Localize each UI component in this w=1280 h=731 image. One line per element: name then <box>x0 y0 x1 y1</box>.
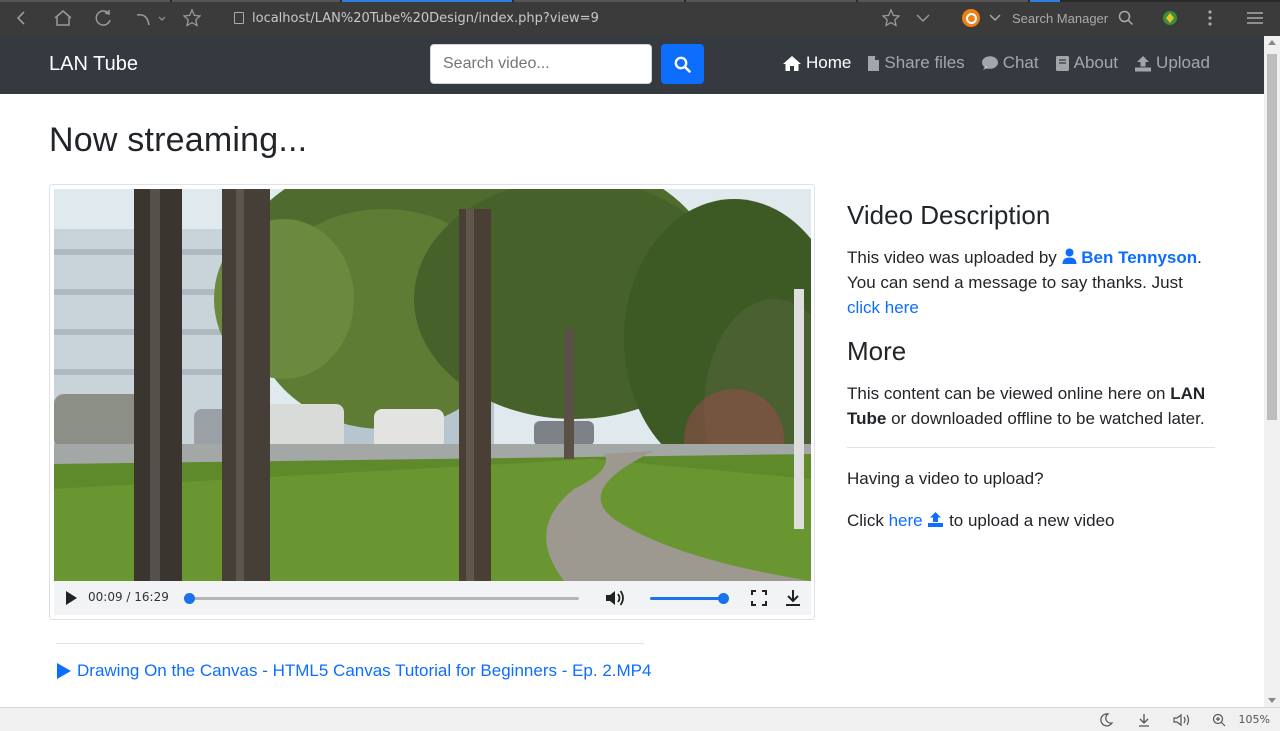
uploader-name: Ben Tennyson <box>1081 248 1198 267</box>
upload-icon <box>928 512 944 527</box>
video-player: 00:09 / 16:29 <box>49 184 815 620</box>
more-text-2: or downloaded offline to be watched late… <box>891 409 1205 428</box>
brand-logo[interactable]: LAN Tube <box>49 53 138 76</box>
home-icon <box>783 55 801 71</box>
upload-cta: Click here to upload a new video <box>847 508 1215 533</box>
more-heading: More <box>847 336 907 366</box>
description-text: This video was uploaded by Ben Tennyson.… <box>847 248 1202 317</box>
more-text-1: This content can be viewed online here o… <box>847 384 1166 403</box>
message-text: You can send a message to say thanks. Ju… <box>847 273 1183 292</box>
related-video-link[interactable]: Drawing On the Canvas - HTML5 Canvas Tut… <box>56 661 651 681</box>
nav-chat-label: Chat <box>1002 53 1039 72</box>
page-star-icon[interactable] <box>876 3 906 33</box>
page-title: Now streaming... <box>49 121 308 159</box>
search-engine-chevron-icon[interactable] <box>988 13 1002 23</box>
volume-slider[interactable] <box>650 593 729 604</box>
video-sidebar: Video Description This video was uploade… <box>847 200 1215 533</box>
bookmark-star-icon[interactable] <box>177 3 207 33</box>
file-icon <box>868 55 880 71</box>
menu-icon[interactable] <box>1240 3 1270 33</box>
upload-question: Having a video to upload? <box>847 469 1044 488</box>
volume-knob[interactable] <box>718 593 729 604</box>
nav-chat[interactable]: Chat <box>981 53 1039 73</box>
time-display: 00:09 / 16:29 <box>88 590 169 604</box>
nav-share-files-label: Share files <box>884 53 965 72</box>
browser-status-bar: 105% <box>0 707 1280 731</box>
address-bar[interactable]: localhost/LAN%20Tube%20Design/index.php?… <box>212 3 950 33</box>
upload-icon <box>1135 55 1152 71</box>
nav-about-label: About <box>1073 53 1119 72</box>
progress-knob[interactable] <box>183 593 195 604</box>
book-icon <box>1055 55 1069 71</box>
downloads-icon[interactable] <box>1137 713 1151 727</box>
nav-home-label: Home <box>806 53 852 72</box>
description-heading: Video Description <box>847 200 1051 230</box>
download-icon[interactable] <box>784 589 802 607</box>
nav-upload[interactable]: Upload <box>1134 53 1210 73</box>
tab-strip <box>0 0 1280 2</box>
scrollbar-thumb[interactable] <box>1267 54 1277 420</box>
video-still <box>54 189 811 581</box>
upload-here-link[interactable]: here <box>889 511 945 530</box>
search-manager-label: Search Manager <box>1012 10 1109 26</box>
progress-bar[interactable] <box>183 593 579 604</box>
fullscreen-icon[interactable] <box>751 590 767 606</box>
url-text: localhost/LAN%20Tube%20Design/index.php?… <box>252 10 599 26</box>
related-video-title: Drawing On the Canvas - HTML5 Canvas Tut… <box>77 661 652 680</box>
play-icon[interactable] <box>66 591 77 605</box>
player-controls: 00:09 / 16:29 <box>54 581 811 615</box>
click-here-link[interactable]: click here <box>847 298 919 317</box>
user-icon <box>1062 248 1077 264</box>
search-engine-icon <box>962 9 980 27</box>
video-frame[interactable] <box>54 189 811 581</box>
nav-home[interactable]: Home <box>782 53 851 73</box>
night-mode-icon[interactable] <box>1099 713 1113 727</box>
more-text: This content can be viewed online here o… <box>847 381 1215 431</box>
uploaded-by-prefix: This video was uploaded by <box>847 248 1057 267</box>
upload-suffix: to upload a new video <box>949 511 1115 530</box>
upload-click: Click <box>847 511 884 530</box>
zoom-level[interactable]: 105% <box>1239 713 1270 726</box>
scroll-up-icon[interactable] <box>1268 40 1276 45</box>
search-manager[interactable]: Search Manager <box>958 3 1148 33</box>
nav-about[interactable]: About <box>1055 53 1118 73</box>
page-icon <box>234 12 244 24</box>
search-icon <box>674 56 691 73</box>
related-divider <box>56 643 644 644</box>
chat-icon <box>981 56 998 70</box>
more-options-icon[interactable] <box>1195 3 1225 33</box>
home-browser-icon[interactable] <box>48 3 78 33</box>
zoom-icon[interactable] <box>1212 713 1226 727</box>
browser-toolbar: localhost/LAN%20Tube%20Design/index.php?… <box>0 0 1280 36</box>
divider <box>847 447 1215 448</box>
search-input[interactable] <box>430 44 652 84</box>
scroll-down-icon[interactable] <box>1268 698 1276 703</box>
undo-close-icon[interactable] <box>131 3 171 33</box>
upload-here-label: here <box>888 511 923 530</box>
page-scrollbar[interactable] <box>1264 36 1280 707</box>
extension-icon[interactable] <box>1155 3 1185 33</box>
reload-icon[interactable] <box>89 3 119 33</box>
search-icon[interactable] <box>1118 10 1134 26</box>
nav-upload-label: Upload <box>1156 53 1210 72</box>
volume-icon[interactable] <box>604 588 626 608</box>
nav-share-files[interactable]: Share files <box>867 53 965 73</box>
back-icon[interactable] <box>6 3 36 33</box>
nav-links: Home Share files Chat About Upload <box>782 53 1226 73</box>
play-icon <box>57 663 71 679</box>
uploader-link[interactable]: Ben Tennyson <box>1062 248 1198 267</box>
sound-icon[interactable] <box>1173 713 1193 727</box>
search-button[interactable] <box>661 44 704 84</box>
dropdown-chevron-icon[interactable] <box>908 3 938 33</box>
site-navbar: LAN Tube Home Share files Chat About Upl… <box>0 36 1264 94</box>
